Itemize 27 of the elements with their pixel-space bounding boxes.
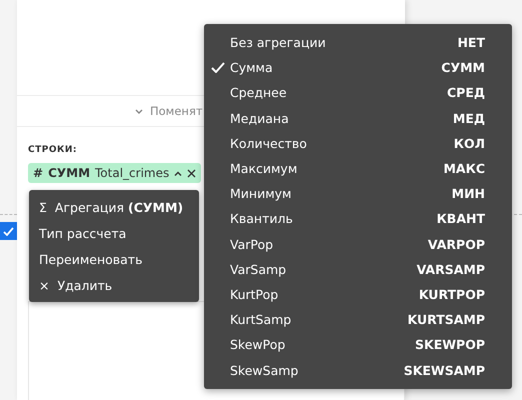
menu-item[interactable]: Сумма СУММ xyxy=(204,55,512,80)
swap-button[interactable]: Поменят xyxy=(135,104,203,118)
close-icon[interactable] xyxy=(187,168,196,178)
menu-item[interactable]: Σ Агрегация (СУММ) xyxy=(29,194,199,220)
menu-item[interactable]: Максимум МАКС xyxy=(204,156,512,182)
menu-item[interactable]: SkewSamp SKEWSAMP xyxy=(204,357,512,383)
menu-item[interactable]: VarPop VARPOP xyxy=(204,232,512,257)
chevron-up-icon xyxy=(174,170,182,176)
menu-item[interactable]: VarSamp VARSAMP xyxy=(204,256,512,282)
menu-item[interactable]: Количество КОЛ xyxy=(204,130,512,156)
chevron-down-icon xyxy=(135,108,143,114)
check-icon xyxy=(211,62,225,74)
menu-item[interactable]: SkewPop SKEWPOP xyxy=(204,332,512,358)
menu-item[interactable]: × Удалить xyxy=(29,272,199,298)
menu-item[interactable]: Переименовать xyxy=(29,246,199,272)
menu-item[interactable]: Медиана МЕД xyxy=(204,106,512,131)
check-icon xyxy=(3,226,14,236)
menu-item[interactable]: Без агрегации НЕТ xyxy=(204,30,512,56)
field-pill[interactable]: # СУММ Total_crimes xyxy=(28,163,202,183)
menu-item[interactable]: KurtPop KURTPOP xyxy=(204,282,512,308)
checkbox[interactable] xyxy=(0,222,17,240)
menu-item[interactable]: Среднее СРЕД xyxy=(204,80,512,106)
menu-item[interactable]: Тип рассчета xyxy=(29,220,199,246)
menu-item[interactable]: KurtSamp KURTSAMP xyxy=(204,307,512,332)
menu-item[interactable]: Минимум МИН xyxy=(204,181,512,206)
menu-item[interactable]: Квантиль КВАНТ xyxy=(204,206,512,232)
section-label: СТРОКИ: xyxy=(28,145,78,155)
